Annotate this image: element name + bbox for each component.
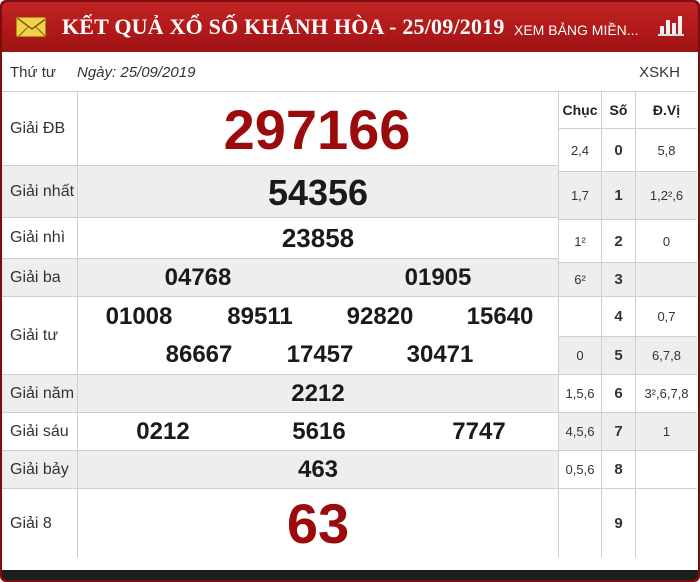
header-bar: KẾT QUẢ XỔ SỐ KHÁNH HÒA - 25/09/2019 XEM… xyxy=(2,2,698,52)
prize-row-fourth: Giải tư 01008 89511 92820 15640 86667 17… xyxy=(2,297,558,375)
prize-label: Giải bảy xyxy=(2,451,78,488)
loto-tens: 1,7 xyxy=(559,172,602,219)
loto-digit: 6 xyxy=(602,375,636,412)
loto-units xyxy=(636,263,697,296)
loto-digit: 7 xyxy=(602,413,636,450)
loto-digit: 2 xyxy=(602,220,636,262)
prize-number: 86667 xyxy=(165,341,233,368)
lottery-code[interactable]: XSKH xyxy=(639,64,680,81)
prize-row-eighth: Giải 8 63 xyxy=(2,489,558,558)
prize-number: 297166 xyxy=(223,98,411,161)
prize-label: Giải nhì xyxy=(2,218,78,258)
draw-date: Ngày: 25/09/2019 xyxy=(77,64,196,81)
loto-units: 6,7,8 xyxy=(652,348,681,363)
loto-row: 1² 2 0 xyxy=(559,220,697,263)
loto-units xyxy=(636,451,697,488)
loto-digit: 5 xyxy=(602,337,636,374)
result-content: Thứ tư Ngày: 25/09/2019 XSKH Giải ĐB 297… xyxy=(2,52,698,570)
loto-digit: 1 xyxy=(602,172,636,219)
loto-tens: 0,5,6 xyxy=(559,451,602,488)
prize-number: 92820 xyxy=(346,303,414,330)
loto-tens: 6² xyxy=(559,263,602,296)
prize-number: 63 xyxy=(286,492,350,555)
prize-number: 15640 xyxy=(466,303,534,330)
prize-number: 17457 xyxy=(286,341,354,368)
loto-row: 4,5,6 7 1 xyxy=(559,413,697,451)
prize-number: 54356 xyxy=(267,172,369,213)
loto-row: 0 5 6,7,8 xyxy=(559,337,697,375)
loto-table: Chục Số Đ.Vị 2,4 0 5,8 1,7 1 1,2²,6 1² 2… xyxy=(558,92,697,558)
prize-label: Giải năm xyxy=(2,375,78,412)
loto-digit: 9 xyxy=(602,489,636,558)
date-bar: Thứ tư Ngày: 25/09/2019 XSKH xyxy=(2,52,696,92)
loto-tens: 4,5,6 xyxy=(559,413,602,450)
prize-number: 30471 xyxy=(406,341,474,368)
bar-chart-icon[interactable] xyxy=(658,14,684,36)
loto-units: 3²,6,7,8 xyxy=(644,386,689,401)
loto-digit: 4 xyxy=(602,297,636,336)
prize-number: 7747 xyxy=(452,418,506,445)
loto-units: 0,7 xyxy=(657,309,676,324)
loto-row: 1,7 1 1,2²,6 xyxy=(559,172,697,220)
prize-label: Giải ba xyxy=(2,259,78,296)
prize-row-sixth: Giải sáu 0212 5616 7747 xyxy=(2,413,558,451)
loto-header-units: Đ.Vị xyxy=(652,102,681,118)
loto-tens: 2,4 xyxy=(559,129,602,171)
prize-row-fifth: Giải năm 2212 xyxy=(2,375,558,413)
prize-row-first: Giải nhất 54356 xyxy=(2,166,558,218)
prize-label: Giải nhất xyxy=(2,166,78,217)
page-title: KẾT QUẢ XỔ SỐ KHÁNH HÒA - 25/09/2019 xyxy=(62,14,505,39)
prize-number: 2212 xyxy=(291,380,345,407)
prize-number: 463 xyxy=(297,456,339,483)
loto-digit: 0 xyxy=(602,129,636,171)
prize-number: 01905 xyxy=(404,264,472,291)
prize-row-seventh: Giải bảy 463 xyxy=(2,451,558,489)
loto-row: 9 xyxy=(559,489,697,558)
loto-tens: 1² xyxy=(559,220,602,262)
loto-tens xyxy=(559,489,602,558)
prize-label: Giải ĐB xyxy=(2,92,78,165)
loto-units: 5,8 xyxy=(657,142,676,158)
loto-tens xyxy=(559,297,602,336)
prize-number: 01008 xyxy=(105,303,173,330)
envelope-icon xyxy=(16,17,46,37)
weekday-label: Thứ tư xyxy=(10,64,56,81)
prize-label: Giải tư xyxy=(2,297,78,374)
prize-row-third: Giải ba 04768 01905 xyxy=(2,259,558,297)
loto-units: 1,2²,6 xyxy=(649,188,684,203)
prize-number: 89511 xyxy=(227,303,293,330)
loto-units: 1 xyxy=(662,424,671,439)
loto-digit: 3 xyxy=(602,263,636,296)
prize-number: 5616 xyxy=(292,418,346,445)
prize-label: Giải 8 xyxy=(2,489,78,558)
loto-row: 1,5,6 6 3²,6,7,8 xyxy=(559,375,697,413)
loto-units xyxy=(636,489,697,558)
loto-header-tens: Chục xyxy=(559,92,602,128)
loto-row: 2,4 0 5,8 xyxy=(559,129,697,172)
prize-row-second: Giải nhì 23858 xyxy=(2,218,558,259)
prize-number: 0212 xyxy=(136,418,190,445)
prize-row-special: Giải ĐB 297166 xyxy=(2,92,558,166)
loto-row: 4 0,7 xyxy=(559,297,697,337)
loto-header-digit: Số xyxy=(602,92,636,128)
loto-tens: 0 xyxy=(559,337,602,374)
loto-tens: 1,5,6 xyxy=(559,375,602,412)
prize-number: 23858 xyxy=(281,223,355,253)
loto-units: 0 xyxy=(662,233,671,249)
loto-row: 0,5,6 8 xyxy=(559,451,697,489)
loto-row: 6² 3 xyxy=(559,263,697,297)
prize-number: 04768 xyxy=(164,264,232,291)
loto-digit: 8 xyxy=(602,451,636,488)
footer-bar xyxy=(2,570,698,580)
loto-header: Chục Số Đ.Vị xyxy=(559,92,697,129)
prize-label: Giải sáu xyxy=(2,413,78,450)
view-region-table-link[interactable]: XEM BẢNG MIỀN... xyxy=(514,22,638,38)
